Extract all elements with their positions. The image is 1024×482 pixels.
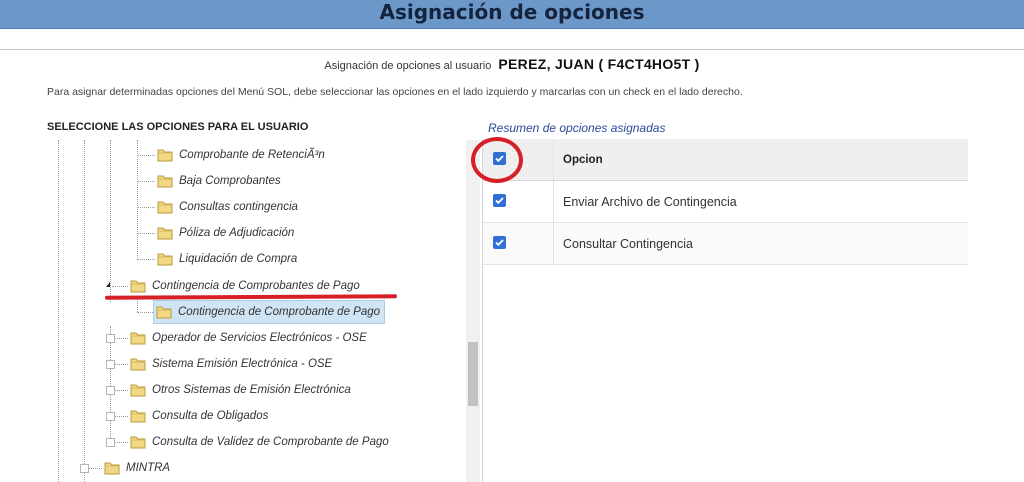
tree-connector (115, 416, 128, 417)
assignment-line: Asignación de opciones al usuario PEREZ,… (0, 54, 1024, 76)
divider (0, 49, 1024, 50)
check-icon (495, 197, 504, 205)
folder-icon (104, 462, 120, 475)
instructions-text: Para asignar determinadas opciones del M… (47, 86, 743, 98)
folder-icon (130, 358, 146, 371)
tree-connector (137, 312, 153, 313)
folder-icon (157, 149, 173, 162)
tree-guide-line (110, 326, 111, 444)
tree-connector (137, 155, 155, 156)
tree-node[interactable]: Baja Comprobantes (157, 170, 281, 192)
expand-icon[interactable] (106, 386, 115, 395)
tree-scrollbar-thumb[interactable] (468, 342, 478, 406)
tree-guide-line (84, 140, 85, 482)
tree-connector (115, 442, 128, 443)
tree-node[interactable]: Consulta de Validez de Comprobante de Pa… (130, 431, 389, 453)
table-row: Consultar Contingencia (483, 223, 968, 265)
column-header-opcion: Opcion (563, 153, 603, 166)
tree-node-label: Operador de Servicios Electrónicos - OSE (152, 332, 367, 344)
tree-node-label: Liquidación de Compra (179, 253, 298, 265)
row-checkbox[interactable] (493, 236, 506, 249)
row-check-cell (483, 181, 554, 222)
tree-node-label: Consultas contingencia (179, 201, 298, 213)
tree-connector (137, 207, 155, 208)
tree-node-label: Consulta de Obligados (152, 410, 269, 422)
tree-node-label: Consulta de Validez de Comprobante de Pa… (152, 436, 389, 448)
tree-node[interactable]: Sistema Emisión Electrónica - OSE (130, 353, 332, 375)
row-label: Enviar Archivo de Contingencia (563, 194, 737, 209)
folder-icon (130, 410, 146, 423)
tree-connector (137, 233, 155, 234)
tree-connector (115, 364, 128, 365)
tree-node-label: Póliza de Adjudicación (179, 227, 295, 239)
check-icon (495, 239, 504, 247)
tree-node-label: Baja Comprobantes (179, 175, 281, 187)
tree-guide-line (58, 140, 59, 482)
options-tree: Comprobante de RetenciÃ³n Baja Comproban… (0, 140, 480, 482)
grid-header-row: Opcion (483, 139, 968, 181)
tree-node-label: Comprobante de RetenciÃ³n (179, 149, 325, 161)
folder-icon (130, 436, 146, 449)
tree-node[interactable]: Consultas contingencia (157, 196, 298, 218)
tree-connector (115, 390, 128, 391)
summary-grid: Opcion Enviar Archivo de Contingencia Co… (483, 139, 968, 265)
row-checkbox[interactable] (493, 194, 506, 207)
tree-node[interactable]: Operador de Servicios Electrónicos - OSE (130, 327, 367, 349)
row-check-cell (483, 223, 554, 264)
collapse-arrow-icon[interactable] (106, 282, 110, 287)
tree-node-label: Contingencia de Comprobante de Pago (178, 306, 381, 318)
tree-connector (112, 286, 128, 287)
tree-node-label: Sistema Emisión Electrónica - OSE (152, 358, 333, 370)
assignment-prefix: Asignación de opciones al usuario (324, 60, 492, 72)
tree-guide-line (137, 140, 138, 260)
expand-icon[interactable] (106, 334, 115, 343)
tree-node[interactable]: Comprobante de RetenciÃ³n (157, 144, 325, 166)
tree-node-label: MINTRA (126, 462, 171, 474)
summary-title: Resumen de opciones asignadas (488, 121, 666, 135)
table-row: Enviar Archivo de Contingencia (483, 181, 968, 223)
folder-icon (130, 280, 146, 293)
tree-node[interactable]: Liquidación de Compra (157, 248, 297, 270)
tree-scrollbar[interactable] (466, 140, 480, 482)
tree-node[interactable]: Otros Sistemas de Emisión Electrónica (130, 379, 351, 401)
page-title: Asignación de opciones (379, 0, 645, 24)
tree-connector (137, 181, 155, 182)
tree-connector (137, 259, 155, 260)
folder-icon (157, 175, 173, 188)
tree-node[interactable]: Consulta de Obligados (130, 405, 268, 427)
expand-icon[interactable] (106, 412, 115, 421)
folder-icon (157, 253, 173, 266)
annotation-circle (471, 137, 523, 183)
tree-node-label: Otros Sistemas de Emisión Electrónica (152, 384, 351, 396)
expand-icon[interactable] (106, 438, 115, 447)
row-label: Consultar Contingencia (563, 236, 693, 251)
tree-node[interactable]: Póliza de Adjudicación (157, 222, 294, 244)
folder-icon (157, 201, 173, 214)
tree-node-selected[interactable]: Contingencia de Comprobante de Pago (153, 300, 386, 324)
tree-heading: SELECCIONE LAS OPCIONES PARA EL USUARIO (47, 121, 309, 133)
expand-icon[interactable] (80, 464, 89, 473)
folder-icon (130, 384, 146, 397)
folder-icon (130, 332, 146, 345)
assigned-user: PEREZ, JUAN ( F4CT4HO5T ) (498, 56, 700, 72)
tree-node[interactable]: MINTRA (104, 457, 170, 479)
folder-icon (157, 227, 173, 240)
tree-node-label: Contingencia de Comprobantes de Pago (152, 280, 360, 292)
tree-connector (89, 468, 102, 469)
expand-icon[interactable] (106, 360, 115, 369)
folder-icon (156, 306, 172, 319)
tree-guide-line (110, 140, 111, 302)
tree-connector (115, 338, 128, 339)
